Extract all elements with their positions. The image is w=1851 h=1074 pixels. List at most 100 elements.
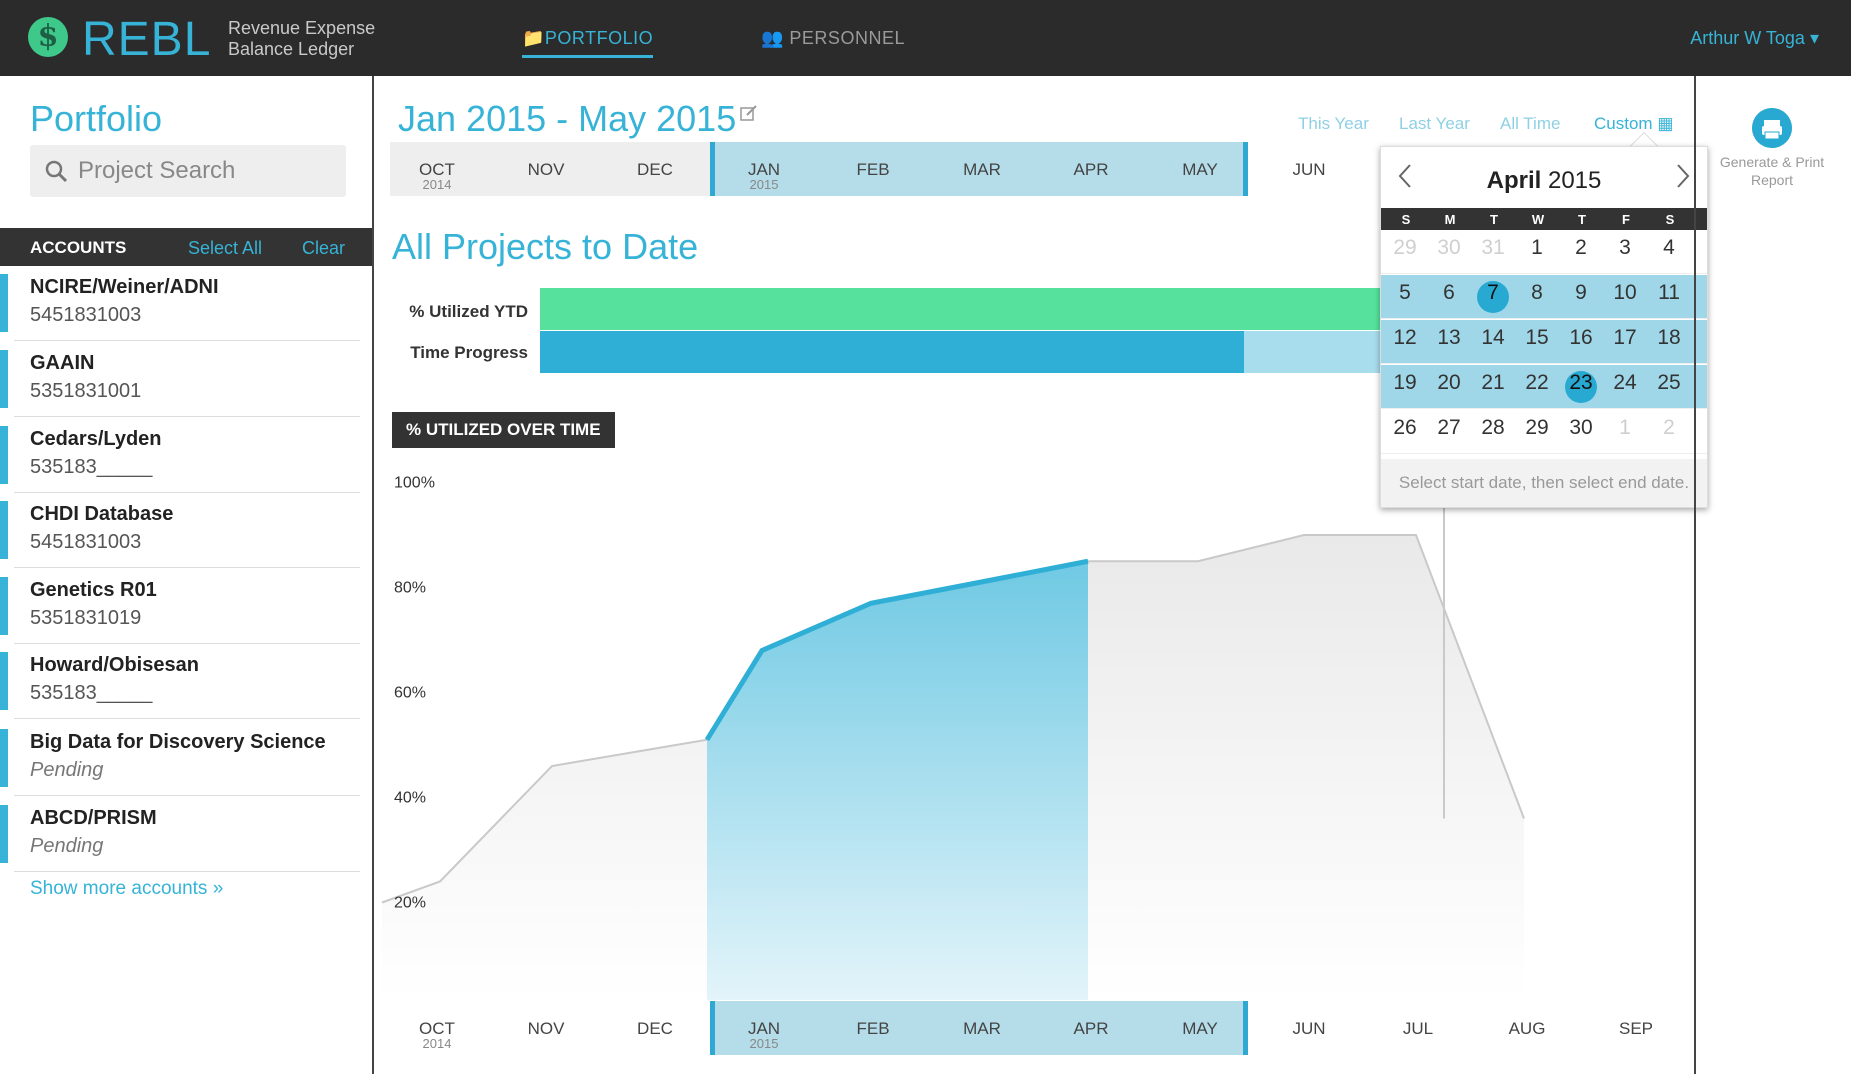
calendar-day[interactable]: 6 [1431, 281, 1467, 313]
select-all-button[interactable]: Select All [188, 238, 262, 259]
timeline-selector-bottom[interactable]: OCT 2014 NOV DEC JAN 2015 FEB MAR APR MAY JUN JUL AU… [390, 1001, 1653, 1055]
logo-text: REBL [82, 13, 212, 66]
calendar-day[interactable]: 30 [1563, 416, 1599, 448]
calendar-day[interactable]: 3 [1607, 236, 1643, 268]
timeline-month[interactable]: JAN 2015 [724, 1001, 804, 1051]
account-item[interactable]: NCIRE/Weiner/ADNI 5451831003 [0, 266, 372, 341]
timeline-month[interactable]: DEC [615, 142, 695, 179]
calendar-day[interactable]: 4 [1651, 236, 1687, 268]
calendar-icon: ▦ [1657, 114, 1674, 133]
timeline-month[interactable]: JUN [1269, 1001, 1349, 1038]
timeline-month[interactable]: FEB [833, 142, 913, 179]
year-label: 2015 [749, 1036, 779, 1051]
user-menu[interactable]: Arthur W Toga ▾ [1690, 28, 1819, 49]
calendar-day[interactable]: 14 [1475, 326, 1511, 358]
account-item[interactable]: Howard/Obisesan 535183_____ [0, 644, 372, 719]
calendar-day[interactable]: 17 [1607, 326, 1643, 358]
timeline-month[interactable]: SEP [1596, 1001, 1676, 1038]
this-year-filter[interactable]: This Year [1298, 114, 1369, 134]
calendar-day[interactable]: 5 [1387, 281, 1423, 313]
calendar-day[interactable]: 12 [1387, 326, 1423, 358]
calendar-day[interactable]: 28 [1475, 416, 1511, 448]
last-year-filter[interactable]: Last Year [1399, 114, 1470, 134]
year-label: 2014 [422, 177, 452, 192]
generate-print-report-button[interactable]: Generate & Print Report [1710, 153, 1834, 189]
account-item[interactable]: CHDI Database 5451831003 [0, 493, 372, 568]
print-icon[interactable] [1752, 108, 1792, 148]
calendar-day[interactable]: 15 [1519, 326, 1555, 358]
timeline-month[interactable]: NOV [506, 1001, 586, 1038]
section-title: All Projects to Date [392, 226, 699, 267]
timeline-selector-top[interactable]: OCT 2014 NOV DEC JAN 2015 FEB MAR APR MAY JUN [390, 142, 1326, 196]
account-item[interactable]: Big Data for Discovery Science Pending [0, 721, 372, 796]
timeline-month[interactable]: MAY [1160, 1001, 1240, 1038]
search-box [30, 145, 346, 197]
account-item[interactable]: ABCD/PRISM Pending [0, 797, 372, 872]
calendar-day[interactable]: 29 [1519, 416, 1555, 448]
calendar-day[interactable]: 29 [1387, 236, 1423, 268]
calendar-day[interactable]: 16 [1563, 326, 1599, 358]
timeline-month[interactable]: JUN [1269, 142, 1349, 179]
calendar-day[interactable]: 1 [1519, 236, 1555, 268]
timeline-month[interactable]: NOV [506, 142, 586, 179]
timeline-month[interactable]: OCT 2014 [397, 142, 477, 192]
calendar-day[interactable]: 24 [1607, 371, 1643, 403]
calendar-day[interactable]: 31 [1475, 236, 1511, 268]
clear-button[interactable]: Clear [302, 238, 345, 259]
calendar-day[interactable]: 23 [1565, 371, 1597, 403]
calendar-day[interactable]: 11 [1651, 281, 1687, 313]
calendar-day[interactable]: 18 [1651, 326, 1687, 358]
calendar-day[interactable]: 27 [1431, 416, 1467, 448]
timeline-month[interactable]: APR [1051, 142, 1131, 179]
calendar-day[interactable]: 25 [1651, 371, 1687, 403]
month-label: MAY [1182, 1019, 1218, 1038]
calendar-week: 29 30 31 1 2 3 4 [1381, 230, 1707, 274]
calendar-day[interactable]: 20 [1431, 371, 1467, 403]
nav-portfolio[interactable]: 📁PORTFOLIO [522, 28, 654, 58]
calendar-day[interactable]: 2 [1651, 416, 1687, 448]
timeline-month[interactable]: MAY [1160, 142, 1240, 179]
show-more-accounts-link[interactable]: Show more accounts » [30, 878, 223, 900]
user-name: Arthur W Toga [1690, 28, 1805, 48]
timeline-month[interactable]: APR [1051, 1001, 1131, 1038]
account-item[interactable]: GAAIN 5351831001 [0, 342, 372, 417]
calendar-day[interactable]: 1 [1607, 416, 1643, 448]
calendar-day[interactable]: 21 [1475, 371, 1511, 403]
account-selected-marker [0, 426, 8, 484]
divider [14, 567, 360, 568]
month-label: MAR [963, 160, 1001, 179]
account-item[interactable]: Cedars/Lyden 535183_____ [0, 418, 372, 493]
calendar-day[interactable]: 7 [1477, 281, 1509, 313]
calendar-day[interactable]: 26 [1387, 416, 1423, 448]
timeline-month[interactable]: DEC [615, 1001, 695, 1038]
date-picker: April 2015 SMTWTFS 29 30 31 1 2 3 4 5 6 7 8 9 10 11 12… [1380, 146, 1708, 508]
calendar-day[interactable]: 30 [1431, 236, 1467, 268]
timeline-month[interactable]: JUL [1378, 1001, 1458, 1038]
all-time-filter[interactable]: All Time [1500, 114, 1560, 134]
timeline-month[interactable]: MAR [942, 142, 1022, 179]
calendar-day[interactable]: 10 [1607, 281, 1643, 313]
timeline-month[interactable]: JAN 2015 [724, 142, 804, 192]
timeline-month[interactable]: FEB [833, 1001, 913, 1038]
divider [14, 416, 360, 417]
timeline-month[interactable]: OCT 2014 [397, 1001, 477, 1051]
calendar-week: 26 27 28 29 30 1 2 [1381, 410, 1707, 454]
custom-filter[interactable]: Custom ▦ [1594, 114, 1673, 134]
timeline-month[interactable]: AUG [1487, 1001, 1567, 1038]
folder-icon: 📁 [522, 28, 545, 48]
calendar-day[interactable]: 22 [1519, 371, 1555, 403]
nav-personnel[interactable]: 👥 PERSONNEL [761, 28, 905, 49]
calendar-day[interactable]: 9 [1563, 281, 1599, 313]
timeline-month[interactable]: MAR [942, 1001, 1022, 1038]
edit-icon[interactable] [740, 104, 758, 122]
search-input[interactable] [78, 155, 338, 187]
calendar-day[interactable]: 13 [1431, 326, 1467, 358]
account-item[interactable]: Genetics R01 5351831019 [0, 569, 372, 644]
calendar-hint: Select start date, then select end date. [1381, 459, 1707, 507]
calendar-day[interactable]: 2 [1563, 236, 1599, 268]
account-number: Pending [30, 835, 104, 857]
calendar-day[interactable]: 19 [1387, 371, 1423, 403]
account-selected-marker [0, 501, 8, 559]
nav-personnel-label: PERSONNEL [789, 28, 905, 48]
calendar-day[interactable]: 8 [1519, 281, 1555, 313]
